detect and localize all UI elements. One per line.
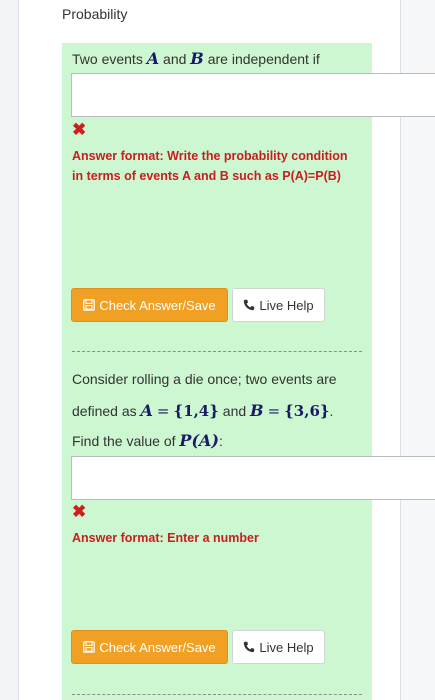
q1-live-help-button[interactable]: Live Help [232, 288, 325, 322]
q2-and: and [222, 403, 247, 419]
q2-check-answer-button[interactable]: Check Answer/Save [71, 630, 228, 664]
q1-var-b: B [190, 49, 204, 68]
q2-defined-as: defined as [72, 403, 137, 419]
q1-prompt-lead: Two events [72, 51, 143, 67]
q2-equals-a: = [156, 402, 170, 420]
q2-answer-input[interactable] [71, 456, 435, 500]
q2-pa: P(A) [179, 431, 219, 450]
q1-and: and [163, 51, 187, 67]
q2-equals-b: = [267, 402, 281, 420]
q2-live-help-button[interactable]: Live Help [232, 630, 325, 664]
question-divider [72, 351, 362, 352]
q1-var-a: A [146, 49, 160, 68]
q2-check-answer-label: Check Answer/Save [99, 639, 216, 655]
q2-answer-format: Answer format: Enter a number [72, 531, 259, 545]
q1-answer-format: Answer format: Write the probability con… [72, 149, 348, 183]
q2-event-a: A [140, 401, 153, 420]
q2-period: . [329, 403, 334, 419]
q2-live-help-label: Live Help [259, 639, 314, 655]
save-icon [83, 299, 96, 311]
q2-event-b: B [250, 401, 264, 420]
q1-live-help-label: Live Help [259, 297, 314, 313]
phone-icon [243, 641, 255, 653]
q2-find-value: Find the value of [72, 433, 176, 449]
incorrect-icon: ✖ [72, 120, 87, 139]
q2-set-b: {3,6} [284, 402, 330, 420]
incorrect-icon: ✖ [72, 502, 87, 521]
q1-prompt-tail: are independent if [207, 51, 320, 67]
save-icon [83, 641, 96, 653]
q2-line1: Consider rolling a die once; two events … [72, 371, 337, 387]
q1-answer-input[interactable] [71, 73, 435, 117]
q2-colon: : [219, 433, 223, 449]
q2-line3: Find the value of P(A): [72, 431, 223, 450]
q1-check-answer-label: Check Answer/Save [99, 297, 216, 313]
q1-prompt: Two events A and B are independent if [72, 49, 320, 68]
question-divider [72, 694, 362, 695]
phone-icon [243, 299, 255, 311]
q2-set-a: {1,4} [173, 402, 219, 420]
q1-check-answer-button[interactable]: Check Answer/Save [71, 288, 228, 322]
section-title: Probability [62, 6, 128, 22]
q2-line2: defined as A = {1,4} and B = {3,6}. [72, 401, 333, 420]
